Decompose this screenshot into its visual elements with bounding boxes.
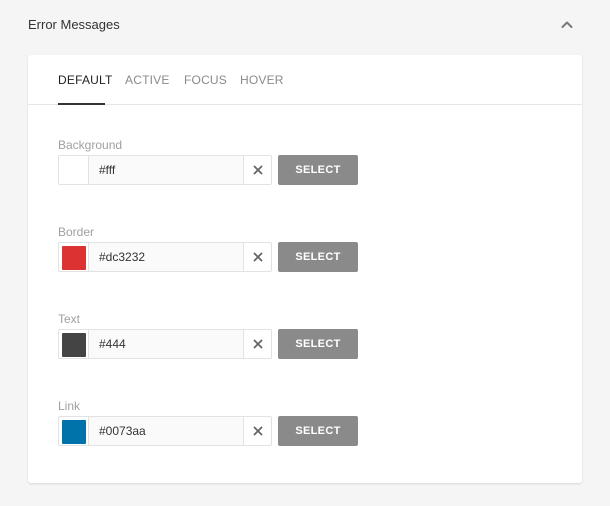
swatch-fill: [62, 333, 86, 357]
panel-title: Error Messages: [28, 17, 120, 32]
select-link-button[interactable]: SELECT: [278, 416, 358, 446]
clear-link-button[interactable]: [243, 416, 272, 446]
select-text-button[interactable]: SELECT: [278, 329, 358, 359]
link-color-input[interactable]: [88, 416, 243, 446]
tab-default[interactable]: DEFAULT: [58, 73, 112, 105]
tab-hover[interactable]: HOVER: [240, 73, 284, 105]
color-swatch-link[interactable]: [58, 416, 88, 446]
tab-active[interactable]: ACTIVE: [125, 73, 170, 105]
settings-card: DEFAULT ACTIVE FOCUS HOVER Background SE…: [28, 55, 582, 483]
border-color-input[interactable]: [88, 242, 243, 272]
field-label-border: Border: [58, 225, 95, 239]
color-swatch-text[interactable]: [58, 329, 88, 359]
swatch-fill: [62, 420, 86, 444]
close-icon: [253, 426, 262, 436]
swatch-fill: [62, 246, 86, 270]
color-swatch-background[interactable]: [58, 155, 88, 185]
text-color-input[interactable]: [88, 329, 243, 359]
field-label-background: Background: [58, 138, 123, 152]
state-tabs: DEFAULT ACTIVE FOCUS HOVER: [28, 55, 582, 105]
swatch-fill: [62, 159, 86, 183]
close-icon: [253, 339, 262, 349]
panel-header: Error Messages: [0, 0, 610, 50]
select-background-button[interactable]: SELECT: [278, 155, 358, 185]
chevron-up-icon[interactable]: [556, 14, 578, 36]
tab-focus[interactable]: FOCUS: [184, 73, 227, 105]
background-color-input[interactable]: [88, 155, 243, 185]
clear-background-button[interactable]: [243, 155, 272, 185]
field-label-link: Link: [58, 399, 81, 413]
select-border-button[interactable]: SELECT: [278, 242, 358, 272]
clear-text-button[interactable]: [243, 329, 272, 359]
close-icon: [253, 165, 262, 175]
close-icon: [253, 252, 262, 262]
clear-border-button[interactable]: [243, 242, 272, 272]
color-swatch-border[interactable]: [58, 242, 88, 272]
field-label-text: Text: [58, 312, 81, 326]
